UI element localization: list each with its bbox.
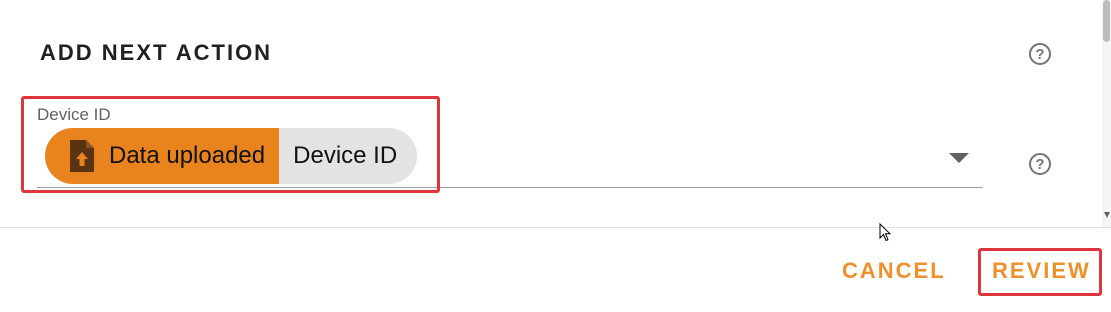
scroll-down-arrow-icon[interactable] xyxy=(1104,212,1110,218)
chip-event-label: Data uploaded xyxy=(109,142,266,169)
chip-event-segment: Data uploaded xyxy=(45,128,280,184)
vertical-scrollbar[interactable] xyxy=(1102,0,1111,227)
chip-attribute-label: Device ID xyxy=(279,128,418,184)
field-label: Device ID xyxy=(37,105,111,124)
footer-divider xyxy=(0,227,1111,228)
device-id-field[interactable]: Device ID Data uploaded Device ID xyxy=(37,100,983,188)
dialog-title: ADD NEXT ACTION xyxy=(40,40,273,65)
cancel-button[interactable]: CANCEL xyxy=(842,258,946,284)
mouse-cursor-icon xyxy=(879,222,893,248)
caret-down-icon[interactable] xyxy=(949,153,969,163)
file-upload-icon xyxy=(67,138,97,174)
add-next-action-dialog: ADD NEXT ACTION ? Device ID Data uploade… xyxy=(0,0,1111,312)
help-circle-icon[interactable]: ? xyxy=(1029,153,1051,175)
review-button[interactable]: REVIEW xyxy=(992,258,1091,284)
field-underline xyxy=(37,187,983,188)
scrollbar-thumb[interactable] xyxy=(1103,0,1110,42)
dialog-content: ADD NEXT ACTION ? Device ID Data uploade… xyxy=(0,0,1102,227)
help-circle-icon[interactable]: ? xyxy=(1029,43,1051,65)
selected-chip[interactable]: Data uploaded Device ID xyxy=(45,128,418,184)
